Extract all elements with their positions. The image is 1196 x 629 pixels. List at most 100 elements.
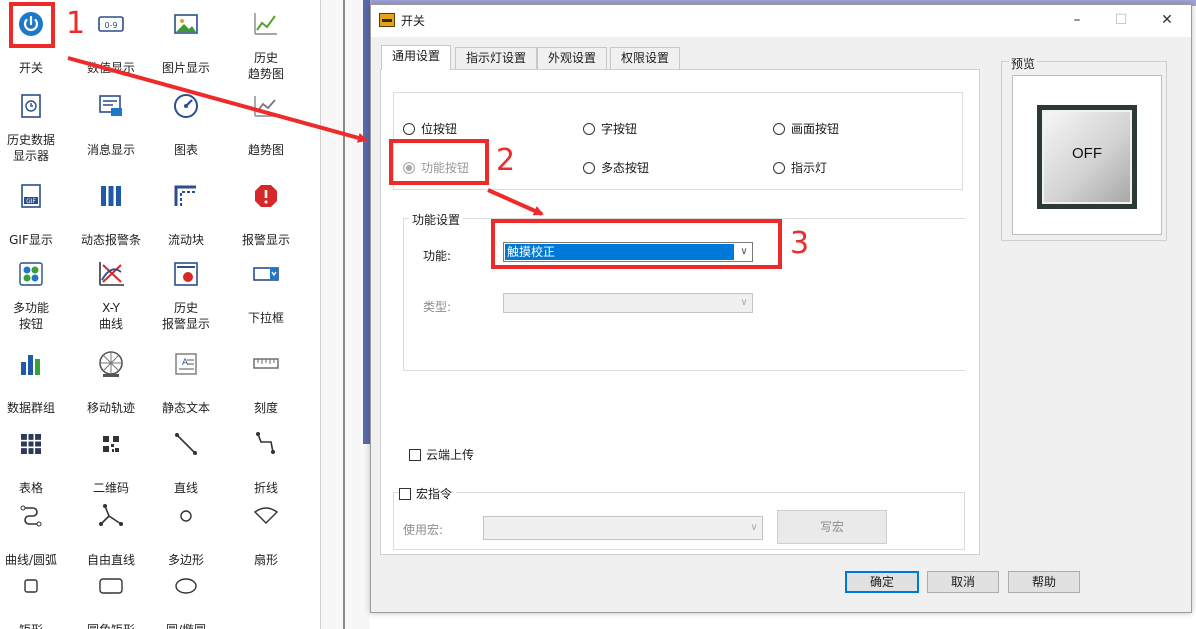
radio-circle-icon [583,122,595,135]
radio-multistate-button[interactable]: 多态按钮 [583,159,649,176]
annotation-box-2 [389,139,489,185]
multi-button-icon [17,260,45,286]
macro-checkbox[interactable]: 宏指令 [399,485,457,502]
table-icon [17,430,45,456]
gauge-icon [172,92,200,118]
app-icon [379,13,395,27]
checkbox-label: 云端上传 [426,448,475,462]
qrcode-icon [97,430,125,456]
toolbox-item-label: 直线 [173,481,198,495]
checkbox-box-icon [409,448,421,461]
radio-word-button[interactable]: 字按钮 [583,120,637,137]
preview-title: 预览 [1009,55,1038,72]
chevron-down-icon[interactable]: ∨ [746,517,762,539]
tab-indicator[interactable]: 指示灯设置 [455,47,538,69]
svg-text:GIF: GIF [26,198,36,205]
function-group-left-border [403,218,404,370]
toolbox-item-label: 多功能 按钮 [12,301,49,331]
history-data-icon [17,92,45,118]
use-macro-label: 使用宏: [403,523,444,537]
ok-button[interactable]: 确定 [845,571,919,593]
toolbox-item-label: 数值显示 [86,61,135,75]
radio-label: 指示灯 [791,161,828,175]
numeric-display-icon: 0-9 [97,10,125,36]
static-text-icon: A [172,350,200,376]
bar-chart-icon [17,350,45,376]
annotation-number-1: 1 [66,6,86,41]
annotation-number-2: 2 [496,143,516,178]
rectangle-icon [17,572,45,598]
toolbox-item-label: GIF显示 [9,233,53,247]
type-select[interactable]: ∨ [503,293,753,313]
radio-screen-button[interactable]: 画面按钮 [773,120,839,137]
history-trend-icon [252,10,280,36]
image-icon [172,10,200,36]
write-macro-button[interactable]: 写宏 [777,510,887,544]
radio-label: 多态按钮 [601,161,650,175]
switch-dialog: 开关 – ☐ ✕ 通用设置 指示灯设置 外观设置 权限设置 位按钮 字按钮 画面… [370,4,1192,613]
toolbox-item-label: 数据群组 [6,401,55,415]
toolbox-item-label: 圆/椭圆 [148,622,224,629]
radio-circle-icon [403,122,415,135]
toolbox-item-label: 消息显示 [86,143,135,157]
message-icon [97,92,125,118]
rounded-rect-icon [97,572,125,598]
polygon-icon [172,502,200,528]
toolbox-item-label: 静态文本 [161,401,210,415]
history-alarm-icon [172,260,200,286]
type-label: 类型: [423,300,452,314]
radio-circle-icon [773,122,785,135]
toolbox-item-label: 图片显示 [161,61,210,75]
scale-icon [252,350,280,376]
toolbox-item-label: 移动轨迹 [86,401,135,415]
cancel-button[interactable]: 取消 [927,571,999,593]
toolbox-item-label: 历史 趋势图 [247,51,284,81]
tab-appearance[interactable]: 外观设置 [537,47,608,69]
radio-label: 位按钮 [421,122,458,136]
toolbox-item-label: 矩形 [0,622,69,629]
toolbox-item-label: 趋势图 [247,143,284,157]
radio-label: 画面按钮 [791,122,840,136]
toolbox-item-label: 开关 [18,61,43,75]
help-button[interactable]: 帮助 [1008,571,1080,593]
toolbox-item-label: 动态报警条 [80,233,141,247]
close-icon[interactable]: ✕ [1157,11,1177,31]
canvas-gutter [320,0,371,629]
free-line-icon [97,502,125,528]
toolbox-item-label: 刻度 [253,401,278,415]
chevron-down-icon[interactable]: ∨ [736,294,752,312]
minimize-icon[interactable]: – [1067,11,1087,31]
annotation-number-3: 3 [790,226,810,261]
macro-select[interactable]: ∨ [483,516,763,540]
maximize-icon: ☐ [1114,12,1128,28]
tab-permission[interactable]: 权限设置 [610,47,681,69]
radio-indicator[interactable]: 指示灯 [773,159,827,176]
radio-circle-icon [773,161,785,174]
ellipse-icon [172,572,200,598]
line-icon [172,430,200,456]
function-group-title: 功能设置 [409,211,464,228]
toolbox-item-label: 历史 报警显示 [161,301,210,331]
checkbox-label: 宏指令 [416,487,453,501]
toolbox-item-label: 曲线/圆弧 [4,553,58,567]
svg-text:0-9: 0-9 [104,21,117,30]
dialog-titlebar: 开关 – ☐ ✕ [371,5,1191,37]
function-label: 功能: [423,249,452,263]
toolbox-item-label: 自由直线 [86,553,135,567]
tab-general[interactable]: 通用设置 [381,45,452,70]
xy-curve-icon [97,260,125,286]
flow-block-icon [172,182,200,208]
radio-circle-icon [583,161,595,174]
toolbox-item-label: 圆角矩形 [73,622,149,629]
dialog-title: 开关 [401,14,426,28]
toolbox-panel: 开关 0-9 数值显示 图片显示 历史 趋势图 历史数据 显示器 消息显示 图表 趋势图 GIF G… [0,0,320,629]
radio-label: 字按钮 [601,122,638,136]
function-group-bottom-border [403,370,965,371]
move-track-icon [97,350,125,377]
cloud-upload-checkbox[interactable]: 云端上传 [409,446,474,463]
annotation-box-1 [9,2,55,48]
radio-bit-button[interactable]: 位按钮 [403,120,457,137]
checkbox-box-icon [399,487,411,500]
toolbox-item-label: 报警显示 [241,233,290,247]
toolbox-item-label: 流动块 [167,233,204,247]
